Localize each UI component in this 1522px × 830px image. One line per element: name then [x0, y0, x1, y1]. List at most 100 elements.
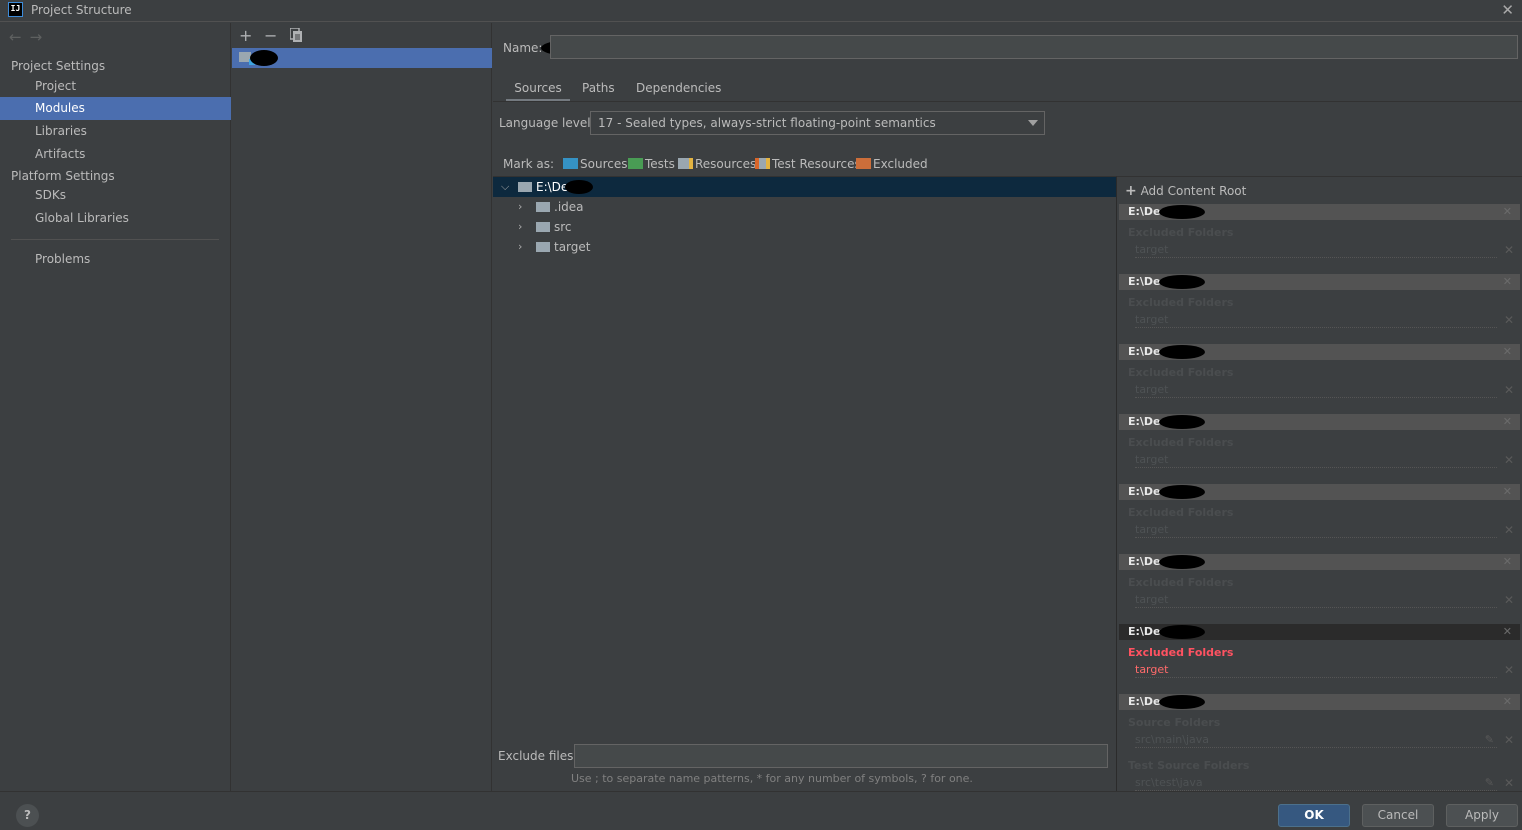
close-window-button[interactable]: ✕ — [1501, 1, 1514, 19]
content-root-section-title: Excluded Folders — [1128, 576, 1234, 589]
module-settings-panel: Name: Sources Paths Dependencies Languag… — [493, 23, 1522, 791]
tab-paths[interactable]: Paths — [582, 78, 615, 102]
copy-icon — [289, 27, 302, 42]
folder-icon — [536, 222, 550, 232]
remove-content-root-icon[interactable]: ✕ — [1503, 484, 1512, 500]
cancel-button[interactable]: Cancel — [1362, 804, 1434, 827]
mark-as-test-resources-button[interactable]: Test Resources — [755, 157, 861, 171]
remove-folder-icon[interactable]: ✕ — [1504, 313, 1514, 327]
edit-pencil-icon[interactable]: ✎ — [1485, 776, 1494, 789]
sidebar-item-artifacts[interactable]: Artifacts — [0, 143, 231, 166]
dialog-footer: ? OK Cancel Apply — [0, 791, 1522, 830]
content-root-header[interactable]: E:\Dev\ ✕ — [1119, 414, 1520, 430]
remove-content-root-icon[interactable]: ✕ — [1503, 344, 1512, 360]
content-root-folder-entry[interactable]: target — [1135, 243, 1497, 258]
folder-icon — [536, 202, 550, 212]
content-root-header[interactable]: E:\Dev ✕ — [1119, 554, 1520, 570]
content-root-folder-entry[interactable]: target — [1135, 593, 1497, 608]
remove-folder-icon[interactable]: ✕ — [1504, 593, 1514, 607]
mark-as-sources-button[interactable]: Sources — [563, 157, 627, 171]
folder-icon — [536, 242, 550, 252]
tab-divider — [493, 101, 1522, 102]
sidebar-divider — [11, 239, 219, 240]
remove-folder-icon[interactable]: ✕ — [1504, 776, 1514, 790]
content-root-header[interactable]: E:\De ✕ — [1119, 274, 1520, 290]
module-list-panel: + − — [232, 23, 492, 791]
content-root-folder-entry[interactable]: target — [1135, 453, 1497, 468]
sidebar-item-global-libraries[interactable]: Global Libraries — [0, 207, 231, 230]
chevron-right-icon[interactable]: › — [518, 217, 528, 237]
mark-as-tests-button[interactable]: Tests — [628, 157, 675, 171]
section-header-project-settings: Project Settings — [11, 59, 106, 73]
remove-content-root-icon[interactable]: ✕ — [1503, 274, 1512, 290]
remove-content-root-icon[interactable]: ✕ — [1503, 624, 1512, 640]
content-root-header[interactable]: E:\Dev ✕ — [1119, 484, 1520, 500]
tab-sources[interactable]: Sources — [506, 78, 570, 102]
title-bar: IJ Project Structure ✕ — [0, 0, 1522, 22]
sidebar-item-project[interactable]: Project — [0, 75, 231, 98]
edit-pencil-icon[interactable]: ✎ — [1485, 733, 1494, 746]
mark-as-resources-button[interactable]: Resources — [678, 157, 756, 171]
remove-folder-icon[interactable]: ✕ — [1504, 733, 1514, 747]
back-arrow-icon[interactable]: ← — [9, 28, 30, 46]
content-root-path: E:\De — [1128, 275, 1161, 288]
content-root-folder-entry[interactable]: target — [1135, 383, 1497, 398]
chevron-right-icon[interactable]: › — [518, 237, 528, 257]
remove-content-root-icon[interactable]: ✕ — [1503, 554, 1512, 570]
sidebar: ←→ Project Settings Project Modules Libr… — [0, 23, 231, 791]
remove-content-root-icon[interactable]: ✕ — [1503, 204, 1512, 220]
sidebar-item-sdks[interactable]: SDKs — [0, 184, 231, 207]
tree-row[interactable]: › .idea — [493, 197, 1116, 217]
content-root-folder-entry[interactable]: target — [1135, 313, 1497, 328]
help-button[interactable]: ? — [16, 804, 39, 827]
sidebar-item-libraries[interactable]: Libraries — [0, 120, 231, 143]
remove-folder-icon[interactable]: ✕ — [1504, 243, 1514, 257]
content-root-header[interactable]: E:\Dev ✕ — [1119, 204, 1520, 220]
chevron-down-icon[interactable]: ⌵ — [501, 177, 511, 197]
language-level-dropdown[interactable]: 17 - Sealed types, always-strict floatin… — [590, 111, 1045, 135]
remove-folder-icon[interactable]: ✕ — [1504, 663, 1514, 677]
mark-as-label: Mark as: — [503, 157, 555, 171]
minus-icon: − — [264, 26, 278, 45]
tab-dependencies[interactable]: Dependencies — [636, 78, 721, 102]
sidebar-item-modules[interactable]: Modules — [0, 97, 231, 120]
name-label: Name: — [503, 41, 543, 55]
content-root-header[interactable]: E:\Dev ✕ — [1119, 344, 1520, 360]
content-root-folder-entry[interactable]: src\main\java — [1135, 733, 1497, 748]
content-root-folder-entry[interactable]: target — [1135, 523, 1497, 538]
content-root-folder-entry[interactable]: target — [1135, 663, 1497, 678]
content-root-header[interactable]: E:\Dev ✕ — [1119, 624, 1520, 640]
module-list-item[interactable] — [232, 48, 492, 68]
module-name-input[interactable] — [550, 35, 1518, 59]
sidebar-item-problems[interactable]: Problems — [0, 248, 231, 271]
remove-content-root-icon[interactable]: ✕ — [1503, 694, 1512, 710]
tree-root-row[interactable]: ⌵ E:\De — [493, 177, 1116, 197]
content-root-section-title: Excluded Folders — [1128, 436, 1234, 449]
tree-item-label: .idea — [554, 200, 584, 214]
plus-icon: + — [239, 26, 253, 45]
exclude-files-input[interactable] — [574, 744, 1108, 768]
path-redacted — [1159, 555, 1205, 569]
content-root-folder-entry[interactable]: src\test\java — [1135, 776, 1497, 791]
remove-module-button[interactable]: − — [264, 26, 277, 45]
mark-as-excluded-button[interactable]: Excluded — [856, 157, 928, 171]
tree-row[interactable]: › target — [493, 237, 1116, 257]
add-module-button[interactable]: + — [239, 26, 252, 45]
content-root-header[interactable]: E:\Dev ✕ — [1119, 694, 1520, 710]
tree-row[interactable]: › src — [493, 217, 1116, 237]
folder-icon — [518, 182, 532, 192]
plus-icon: + — [1125, 183, 1137, 199]
path-redacted — [1159, 275, 1205, 289]
add-content-root-button[interactable]: + Add Content Root — [1125, 183, 1246, 199]
remove-folder-icon[interactable]: ✕ — [1504, 453, 1514, 467]
remove-folder-icon[interactable]: ✕ — [1504, 523, 1514, 537]
content-root-section-title: Excluded Folders — [1128, 506, 1234, 519]
apply-button[interactable]: Apply — [1446, 804, 1518, 827]
chevron-right-icon[interactable]: › — [518, 197, 528, 217]
copy-module-button[interactable] — [289, 27, 302, 46]
remove-content-root-icon[interactable]: ✕ — [1503, 414, 1512, 430]
remove-folder-icon[interactable]: ✕ — [1504, 383, 1514, 397]
ok-button[interactable]: OK — [1278, 804, 1350, 827]
exclude-files-label: Exclude files: — [498, 749, 578, 763]
forward-arrow-icon[interactable]: → — [30, 28, 51, 46]
